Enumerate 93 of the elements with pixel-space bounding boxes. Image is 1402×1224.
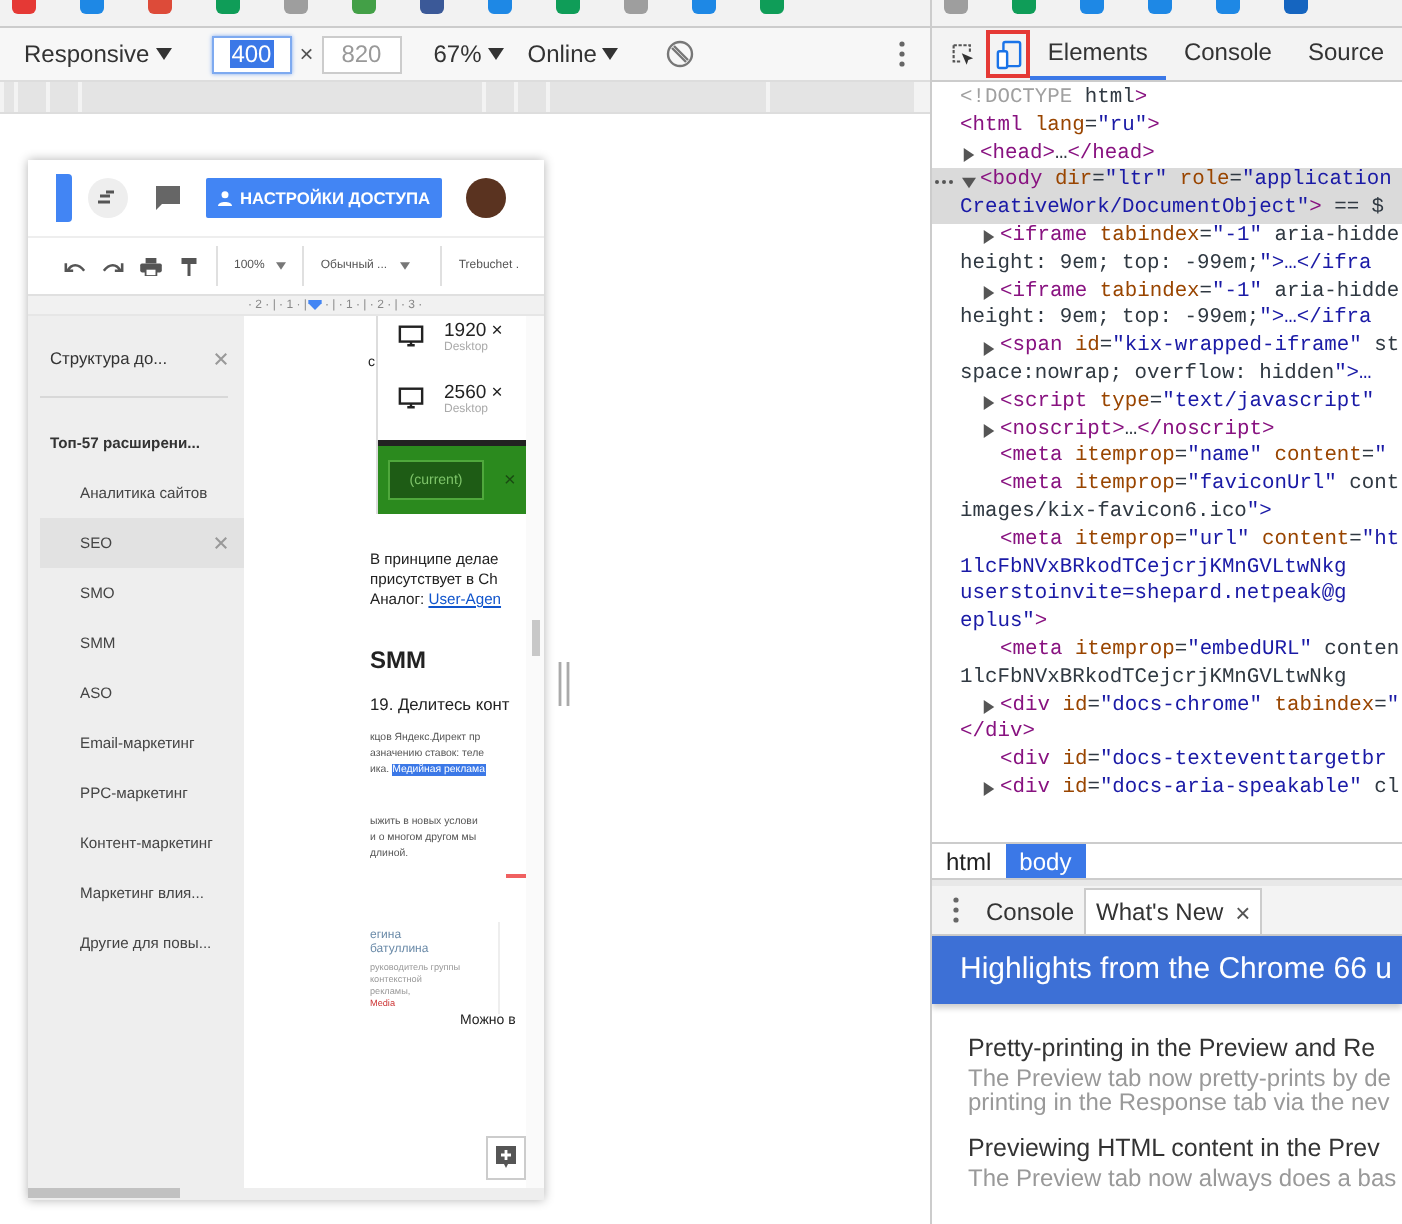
dom-node[interactable]: <div id="docs-aria-speakable" cl bbox=[932, 775, 1402, 804]
breadcrumb[interactable]: body bbox=[1005, 844, 1086, 878]
bookmark-icon[interactable] bbox=[216, 0, 240, 14]
dom-node[interactable]: <iframe tabindex="-1" aria-hidde height: 9em; top: -99em;">…</ifra bbox=[932, 279, 1402, 335]
resolution-label: 2560 × bbox=[444, 382, 503, 404]
dom-node[interactable]: <meta itemprop="url" content="ht 1lcFbNVxBRkodTCejcrjKMnGVLtwNkg userstoinvite=shepard.netpeak@g eplus"> bbox=[932, 527, 1402, 638]
more-icon[interactable] bbox=[952, 896, 960, 924]
collapsed-triangle-icon[interactable] bbox=[982, 230, 996, 245]
bookmark-icon[interactable] bbox=[556, 0, 580, 14]
panel-tab[interactable]: Source bbox=[1289, 28, 1402, 80]
inspect-icon[interactable] bbox=[952, 41, 975, 67]
tab-label[interactable]: Console bbox=[986, 898, 1075, 926]
dom-node[interactable]: <script type="text/javascript" bbox=[932, 389, 1402, 418]
dom-node[interactable]: <meta itemprop="faviconUrl" cont images/kix-favicon6.ico"> bbox=[932, 472, 1402, 528]
collapsed-triangle-icon[interactable] bbox=[982, 423, 996, 438]
bookmark-icon[interactable] bbox=[1080, 0, 1104, 14]
bookmark-icon[interactable] bbox=[80, 0, 104, 14]
collapsed-triangle-icon[interactable] bbox=[982, 396, 996, 411]
tab-label[interactable]: What's New bbox=[1096, 898, 1224, 926]
person-icon bbox=[218, 189, 232, 207]
dom-node[interactable]: <iframe tabindex="-1" aria-hidde height: 9em; top: -99em;">…</ifra bbox=[932, 223, 1402, 280]
device-toolbar-icon[interactable] bbox=[995, 39, 1022, 69]
resize-handle[interactable] bbox=[558, 662, 570, 706]
device-dropdown[interactable]: Responsive bbox=[20, 40, 176, 68]
drawer-tab[interactable]: What's New × bbox=[1084, 888, 1263, 934]
network-dropdown[interactable]: Online bbox=[523, 40, 623, 68]
dom-node[interactable]: <meta itemprop="name" content=" bbox=[932, 444, 1402, 473]
paint-format-icon[interactable] bbox=[178, 257, 200, 275]
outline-title: Структура до... bbox=[50, 348, 168, 368]
caret-icon bbox=[487, 48, 504, 60]
caret-icon bbox=[155, 48, 172, 60]
news-text: The Preview tab now pretty-prints by de printing in the Response tab via the nev bbox=[968, 1066, 1393, 1114]
indent-marker-icon[interactable] bbox=[308, 300, 323, 310]
undo-icon[interactable] bbox=[64, 257, 86, 275]
resolution-label: 1920 × bbox=[444, 320, 503, 342]
subheading: 19. Делитесь конт bbox=[370, 694, 512, 714]
caret-icon bbox=[602, 48, 619, 60]
drawer-tab[interactable]: Console bbox=[976, 890, 1085, 934]
more-icon[interactable] bbox=[898, 40, 906, 68]
dom-node[interactable]: <!DOCTYPE html> bbox=[932, 86, 1402, 114]
bookmark-icon[interactable] bbox=[1216, 0, 1240, 14]
dom-node[interactable]: <div id="docs-texteventtargetbr bbox=[932, 748, 1402, 776]
more-icon[interactable] bbox=[934, 178, 954, 187]
panel-tab[interactable]: Elements bbox=[1029, 28, 1166, 80]
bookmark-icon[interactable] bbox=[12, 0, 36, 14]
news-title[interactable]: Pretty-printing in the Preview and Re bbox=[968, 1034, 1402, 1062]
dom-node[interactable]: <html lang="ru"> bbox=[932, 113, 1402, 142]
bookmark-icon[interactable] bbox=[352, 0, 376, 14]
bookmark-icon[interactable] bbox=[760, 0, 784, 14]
collapsed-triangle-icon[interactable] bbox=[982, 782, 996, 797]
add-comment-icon[interactable] bbox=[486, 1136, 526, 1180]
caret-icon bbox=[399, 262, 410, 270]
zoom-dropdown[interactable]: 67% bbox=[429, 40, 508, 68]
close-icon[interactable] bbox=[214, 536, 228, 550]
comment-icon[interactable] bbox=[154, 184, 182, 212]
width-field[interactable]: 400 bbox=[211, 35, 292, 73]
bookmark-icon[interactable] bbox=[420, 0, 444, 14]
panel-tab[interactable]: Console bbox=[1165, 28, 1290, 80]
close-glyph[interactable]: × bbox=[1235, 897, 1251, 927]
news-title[interactable]: Previewing HTML content in the Prev bbox=[968, 1134, 1402, 1162]
dom-node[interactable]: <noscript>…</noscript> bbox=[932, 417, 1402, 445]
caret-icon bbox=[276, 262, 287, 270]
bookmark-icon[interactable] bbox=[1012, 0, 1036, 14]
bookmark-icon[interactable] bbox=[1284, 0, 1308, 14]
bookmark-icon[interactable] bbox=[1148, 0, 1172, 14]
section-heading: SMM bbox=[370, 646, 428, 674]
avatar[interactable] bbox=[466, 178, 507, 218]
banner: Highlights from the Chrome 66 u bbox=[932, 936, 1402, 1004]
bookmark-icon[interactable] bbox=[692, 0, 716, 14]
people-icon[interactable] bbox=[88, 178, 128, 218]
scrollbar[interactable] bbox=[526, 316, 544, 1188]
close-icon[interactable] bbox=[214, 351, 228, 365]
bookmark-icon[interactable] bbox=[148, 0, 172, 14]
dom-node[interactable]: <meta itemprop="embedURL" conten 1lcFbNVxBRkodTCejcrjKMnGVLtwNkg bbox=[932, 637, 1402, 694]
redo-icon[interactable] bbox=[102, 257, 124, 275]
times-sign: × bbox=[299, 40, 314, 68]
expanded-triangle-icon[interactable] bbox=[962, 175, 976, 190]
collapsed-triangle-icon[interactable] bbox=[982, 341, 996, 356]
collapsed-triangle-icon[interactable] bbox=[982, 699, 996, 714]
scrollbar[interactable] bbox=[28, 1188, 544, 1200]
dom-node[interactable]: <head>…</head> bbox=[932, 141, 1402, 169]
rotate-icon[interactable] bbox=[666, 40, 695, 68]
monitor-icon bbox=[398, 386, 424, 410]
print-icon[interactable] bbox=[140, 257, 162, 275]
dom-node[interactable]: <div id="docs-chrome" tabindex=" </div> bbox=[932, 693, 1402, 749]
monitor-icon bbox=[398, 324, 424, 348]
breadcrumb[interactable]: html bbox=[932, 844, 1006, 878]
bookmark-icon[interactable] bbox=[488, 0, 512, 14]
collapsed-triangle-icon[interactable] bbox=[982, 285, 996, 300]
dom-node[interactable]: <span id="kix-wrapped-iframe" st space:nowrap; overflow: hidden">… bbox=[932, 334, 1402, 390]
collapsed-triangle-icon[interactable] bbox=[962, 147, 976, 162]
share-button[interactable]: НАСТРОЙКИ ДОСТУПА bbox=[206, 178, 443, 218]
news-text: The Preview tab now always does a bas bbox=[968, 1166, 1399, 1190]
